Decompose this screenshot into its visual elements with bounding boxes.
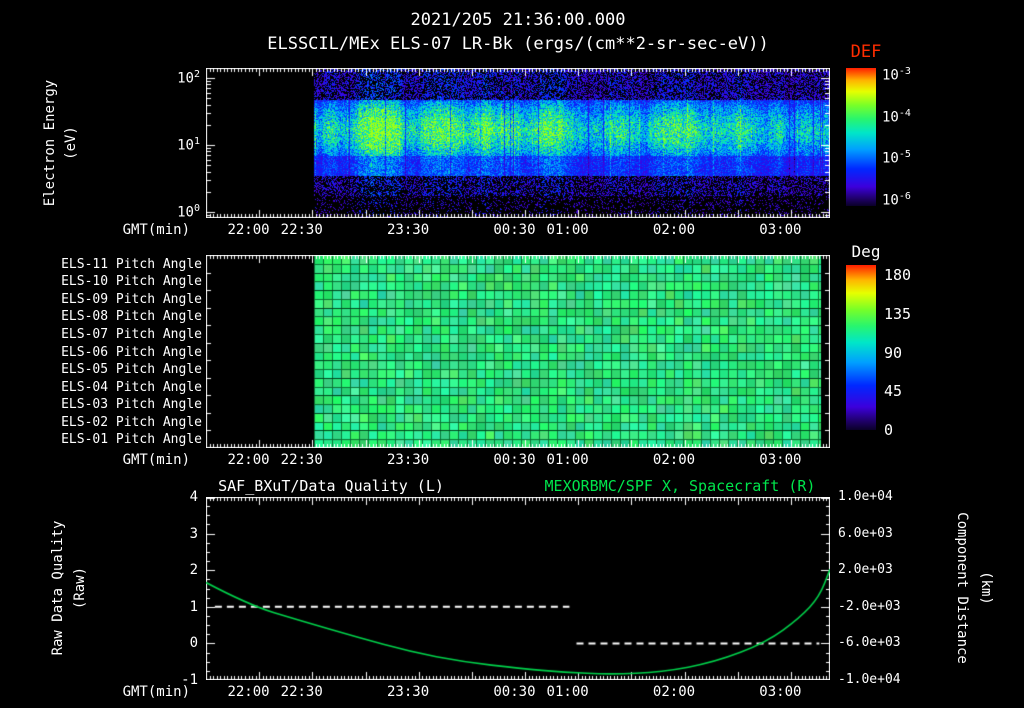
pitch-row-label: ELS-04 Pitch Angle (61, 379, 202, 395)
left-tick-label: 2 (189, 562, 198, 579)
x-tick-label: 22:30 (280, 684, 323, 700)
colorbar-tick-label: 10-5 (882, 149, 911, 168)
spectrogram-page: 2021/205 21:36:00.000 ELSSCIL/MEx ELS-07… (0, 0, 1024, 708)
x-tick-label: 23:30 (387, 222, 430, 238)
y-tick-label: 101 (177, 135, 200, 154)
colorbar-tick-label: 135 (884, 304, 912, 323)
x-tick-label: 02:00 (652, 684, 696, 700)
pitch-row-label: ELS-08 Pitch Angle (61, 309, 202, 325)
pitch-row-label: ELS-11 Pitch Angle (61, 256, 202, 272)
right-tick-label: 6.0e+03 (838, 525, 893, 541)
colorbar-tick-label: 0 (884, 421, 894, 439)
left-tick-label: -1 (181, 672, 198, 688)
left-tick-label: 1 (189, 598, 198, 615)
right-tick-label: -2.0e+03 (838, 598, 901, 614)
spacecraft-series-title: MEXORBMC/SPF X, Spacecraft (R) (544, 477, 816, 495)
x-tick-label: 03:00 (759, 222, 802, 238)
colorbar-tick-label: 10-6 (882, 191, 911, 209)
x-tick-label: 03:00 (759, 684, 802, 700)
spectrogram-ylabel-units: (eV) (63, 126, 79, 160)
pitch-row-label: ELS-10 Pitch Angle (61, 274, 202, 290)
colorbar-tick-label: 180 (884, 266, 912, 284)
pitch-row-label: ELS-06 Pitch Angle (61, 344, 202, 360)
def-colorbar (846, 68, 876, 206)
left-tick-label: 4 (189, 489, 198, 505)
pitch-row-label: ELS-05 Pitch Angle (61, 362, 202, 378)
colorbar-tick-label: 10-4 (882, 107, 911, 126)
deg-colorbar (846, 265, 876, 430)
x-tick-label: 02:00 (652, 222, 696, 238)
pitch-angle-plot (206, 255, 830, 448)
y-tick-label: 100 (177, 202, 200, 221)
pitch-row-label: ELS-03 Pitch Angle (61, 397, 202, 413)
x-axis-title: GMT(min) (122, 222, 190, 238)
x-tick-label: 03:00 (759, 452, 802, 468)
colorbar-tick-label: 10-3 (882, 66, 911, 84)
pitch-row-label: ELS-01 Pitch Angle (61, 432, 202, 448)
distance-ylabel-units: (km) (978, 571, 994, 605)
pitch-row-label: ELS-07 Pitch Angle (61, 326, 202, 342)
x-tick-label: 22:30 (280, 222, 323, 238)
x-tick-label: 23:30 (387, 452, 430, 468)
quality-distance-plot (206, 497, 830, 680)
x-tick-label: 23:30 (387, 684, 430, 700)
quality-ylabel: Raw Data Quality (50, 520, 66, 656)
plot-main-title: ELSSCIL/MEx ELS-07 LR-Bk (ergs/(cm**2-sr… (267, 34, 769, 54)
left-tick-label: 0 (189, 635, 198, 652)
spectrogram-ylabel: Electron Energy (42, 79, 58, 207)
quality-series-title: SAF_BXuT/Data Quality (L) (218, 477, 444, 495)
x-tick-label: 22:30 (280, 452, 323, 468)
x-tick-label: 01:00 (546, 222, 589, 238)
right-tick-label: 1.0e+04 (838, 489, 893, 504)
right-tick-label: -6.0e+03 (838, 635, 901, 651)
colorbar-tick-label: 45 (884, 382, 903, 401)
spectrogram-plot (206, 68, 830, 218)
x-tick-label: 01:00 (546, 684, 589, 700)
x-tick-label: 01:00 (546, 452, 589, 468)
x-axis-title: GMT(min) (122, 452, 190, 468)
page-timestamp-title: 2021/205 21:36:00.000 (410, 10, 626, 30)
x-tick-label: 02:00 (652, 452, 696, 468)
pitch-row-label: ELS-09 Pitch Angle (61, 291, 202, 307)
quality-ylabel-units: (Raw) (72, 566, 88, 610)
right-tick-label: -1.0e+04 (838, 672, 901, 687)
distance-ylabel: Component Distance (954, 512, 970, 664)
def-colorbar-title: DEF (850, 42, 882, 62)
y-tick-label: 102 (177, 68, 200, 87)
pitch-row-label: ELS-02 Pitch Angle (61, 414, 202, 430)
left-tick-label: 3 (189, 525, 198, 542)
deg-colorbar-title: Deg (851, 242, 881, 261)
right-tick-label: 2.0e+03 (838, 562, 893, 578)
colorbar-tick-label: 90 (884, 343, 903, 362)
